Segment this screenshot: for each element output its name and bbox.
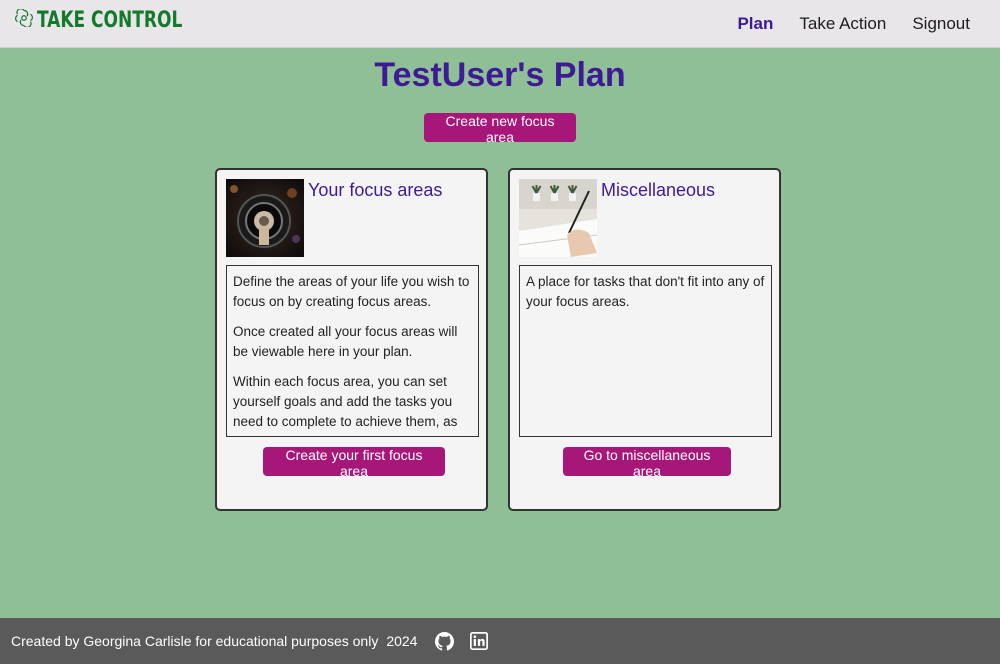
navbar: TAKE CONTROL Plan Take Action Signout	[0, 0, 1000, 48]
brand-link[interactable]: TAKE CONTROL	[15, 8, 206, 33]
brand-name: TAKE CONTROL	[37, 8, 183, 33]
nav-take-action[interactable]: Take Action	[799, 14, 886, 34]
page-title: TestUser's Plan	[374, 56, 626, 94]
nav-plan[interactable]: Plan	[737, 14, 773, 34]
go-to-miscellaneous-button[interactable]: Go to miscellaneous area	[563, 447, 731, 479]
card-title[interactable]: Miscellaneous	[601, 180, 715, 201]
linkedin-icon[interactable]	[470, 632, 489, 650]
create-first-focus-area-button[interactable]: Create your first focus area	[263, 447, 445, 479]
footer-year: 2024	[386, 633, 418, 649]
card-paragraph: Once created all your focus areas will b…	[233, 324, 458, 359]
card-paragraph: A place for tasks that don't fit into an…	[526, 274, 765, 309]
card-paragraph: Define the areas of your life you wish t…	[233, 274, 470, 309]
card-description[interactable]: A place for tasks that don't fit into an…	[519, 265, 772, 437]
create-focus-area-button[interactable]: Create new focus area	[424, 113, 576, 145]
writing-notebook-image	[519, 179, 597, 257]
main-nav: Plan Take Action Signout	[737, 14, 970, 34]
card-title[interactable]: Your focus areas	[308, 180, 442, 201]
openai-swirl-icon	[15, 8, 33, 32]
card-description[interactable]: Define the areas of your life you wish t…	[226, 265, 479, 437]
card-paragraph: Within each focus area, you can set your…	[233, 374, 458, 429]
camera-lens-image	[226, 179, 304, 257]
footer: Created by Georgina Carlisle for educati…	[0, 618, 1000, 664]
footer-credit: Created by Georgina Carlisle for educati…	[11, 633, 379, 649]
focus-areas-card: Your focus areas Define the areas of you…	[215, 168, 488, 511]
github-icon[interactable]	[435, 631, 455, 651]
nav-signout[interactable]: Signout	[912, 14, 970, 34]
miscellaneous-card: Miscellaneous A place for tasks that don…	[508, 168, 781, 511]
